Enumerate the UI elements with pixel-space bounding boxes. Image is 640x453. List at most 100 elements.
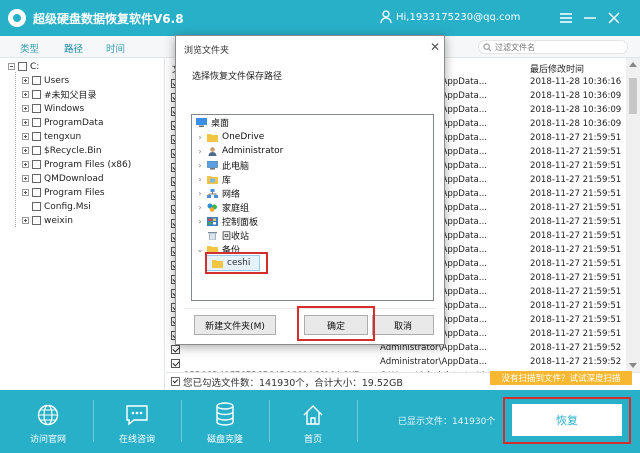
new-folder-button[interactable]: 新建文件夹(M) — [194, 315, 276, 335]
row-checkbox[interactable] — [171, 359, 180, 368]
folder-item[interactable]: › 控制面板 — [196, 214, 258, 228]
tree-item[interactable]: #未知父目录 — [22, 88, 97, 101]
tab-time[interactable]: 时间 — [106, 41, 125, 55]
deep-scan-link[interactable]: 没有扫描到文件？试试深度扫描 — [490, 371, 632, 385]
tree-checkbox[interactable] — [32, 174, 41, 183]
app-title: 超级硬盘数据恢复软件V6.8 — [33, 11, 184, 26]
tree-checkbox[interactable] — [32, 104, 41, 113]
file-time: 2018-11-27 21:59:51 — [530, 147, 622, 157]
tab-path[interactable]: 路径 — [59, 41, 88, 61]
tree-checkbox[interactable] — [32, 118, 41, 127]
tab-type[interactable]: 类型 — [20, 41, 39, 55]
folder-item[interactable]: › 家庭组 — [196, 200, 249, 214]
file-time: 2018-11-27 21:59:51 — [530, 301, 622, 311]
tree-item[interactable]: QMDownload — [22, 172, 104, 185]
tree-item[interactable]: weixin — [22, 214, 73, 227]
tree-item[interactable]: Windows — [22, 102, 84, 115]
expand-icon[interactable] — [22, 119, 29, 126]
collapse-icon[interactable] — [8, 63, 15, 70]
folder-item[interactable]: › 库 — [196, 172, 231, 186]
folder-item[interactable]: › 此电脑 — [196, 158, 249, 172]
tree-checkbox[interactable] — [32, 76, 41, 85]
tree-checkbox[interactable] — [32, 202, 41, 211]
file-time: 2018-11-27 21:59:51 — [530, 259, 622, 269]
network-icon — [207, 188, 218, 198]
menu-icon[interactable] — [556, 8, 576, 28]
chevron-right-icon[interactable]: › — [196, 189, 204, 198]
expand-icon[interactable] — [22, 77, 29, 84]
tree-checkbox[interactable] — [32, 90, 41, 99]
expand-icon[interactable] — [22, 133, 29, 140]
expand-icon[interactable] — [22, 189, 29, 196]
tree-checkbox[interactable] — [32, 146, 41, 155]
folder-item[interactable]: › Administrator — [196, 144, 283, 158]
tree-item[interactable]: ProgramData — [22, 116, 103, 129]
file-time: 2018-11-28 10:36:09 — [530, 105, 622, 115]
expand-icon[interactable] — [22, 91, 29, 98]
file-time: 2018-11-28 10:36:09 — [530, 91, 622, 101]
chevron-right-icon[interactable]: › — [196, 147, 204, 156]
tree-item[interactable]: Users — [22, 74, 69, 87]
app-logo-icon — [8, 9, 26, 27]
dialog-close-icon[interactable]: ✕ — [430, 40, 440, 54]
file-time: 2018-11-27 21:59:51 — [530, 273, 622, 283]
expand-icon[interactable] — [22, 147, 29, 154]
expand-icon[interactable] — [22, 217, 29, 224]
tree-checkbox[interactable] — [32, 216, 41, 225]
globe-icon — [37, 404, 59, 426]
online-help-button[interactable]: 在线咨询 — [94, 390, 180, 453]
folder-item[interactable]: › 网络 — [196, 186, 240, 200]
chevron-right-icon[interactable]: › — [196, 161, 204, 170]
file-time: 2018-11-27 21:59:51 — [530, 189, 622, 199]
tree-checkbox[interactable] — [32, 160, 41, 169]
tree-root[interactable]: C: — [8, 60, 39, 73]
tree-item[interactable]: Program Files — [22, 186, 105, 199]
expand-icon[interactable] — [22, 161, 29, 168]
folder-item[interactable]: › OneDrive — [196, 130, 264, 144]
file-time: 2018-11-27 21:59:51 — [530, 287, 622, 297]
scroll-up-icon[interactable] — [629, 62, 637, 67]
tree-item[interactable]: Program Files (x86) — [22, 158, 131, 171]
tree-checkbox[interactable] — [32, 188, 41, 197]
select-all-checkbox[interactable] — [171, 377, 180, 386]
recover-button[interactable]: 恢复 — [512, 404, 622, 436]
search-box[interactable] — [478, 40, 628, 54]
table-scrollbar[interactable] — [626, 58, 640, 372]
folder-item[interactable]: 回收站 — [196, 228, 249, 242]
tree-item[interactable]: tengxun — [22, 130, 81, 143]
home-icon — [303, 405, 323, 425]
tree-item[interactable]: Config.Msi — [32, 200, 91, 213]
folder-item[interactable]: 桌面 — [196, 115, 229, 129]
chevron-right-icon[interactable]: › — [196, 175, 204, 184]
column-header-time[interactable]: 最后修改时间 — [530, 62, 584, 75]
visit-site-button[interactable]: 访问官网 — [5, 390, 91, 453]
chevron-right-icon[interactable]: › — [196, 133, 204, 142]
close-icon[interactable] — [604, 8, 624, 28]
disk-clone-button[interactable]: 磁盘克隆 — [182, 390, 268, 453]
file-time: 2018-11-27 21:59:51 — [530, 329, 622, 339]
table-row[interactable]: Administrator\AppData... 2018-11-27 21:59… — [166, 356, 626, 370]
home-button[interactable]: 首页 — [270, 390, 356, 453]
expand-icon[interactable] — [22, 105, 29, 112]
tree-checkbox[interactable] — [18, 62, 27, 71]
chevron-down-icon[interactable]: ⌄ — [196, 245, 204, 254]
user-account[interactable]: Hi,1933175230@qq.com — [380, 10, 520, 24]
user-icon — [208, 146, 217, 156]
file-time: 2018-11-28 10:36:09 — [530, 119, 622, 129]
chevron-right-icon[interactable]: › — [196, 217, 204, 226]
scroll-thumb[interactable] — [629, 78, 637, 114]
recycle-bin-icon — [208, 231, 217, 240]
file-time: 2018-11-27 21:59:51 — [530, 203, 622, 213]
homegroup-icon — [207, 203, 217, 212]
expand-icon[interactable] — [22, 175, 29, 182]
tree-checkbox[interactable] — [32, 132, 41, 141]
chevron-right-icon[interactable]: › — [196, 203, 204, 212]
tree-item[interactable]: $Recycle.Bin — [22, 144, 102, 157]
scroll-down-icon[interactable] — [629, 363, 637, 368]
row-checkbox[interactable] — [171, 345, 180, 354]
summary-text: 您已勾选文件数：141930个，合计大小：19.52GB — [183, 377, 403, 389]
dialog-title: 浏览文件夹 — [184, 46, 230, 56]
cancel-button[interactable]: 取消 — [372, 315, 434, 335]
minimize-icon[interactable] — [580, 8, 600, 28]
search-input[interactable] — [495, 42, 623, 52]
